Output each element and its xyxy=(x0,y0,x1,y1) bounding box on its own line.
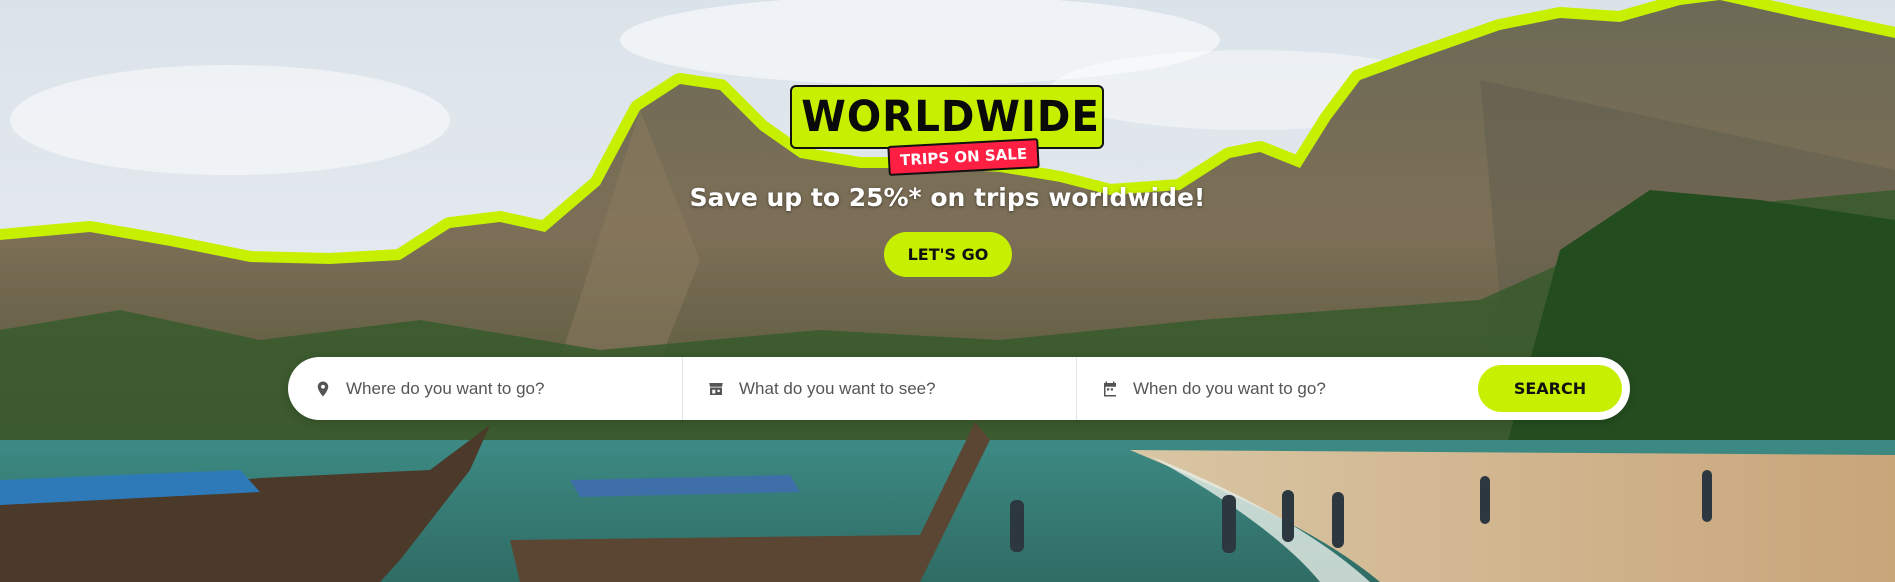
hero-banner: WORLDWIDE TRIPS ON SALE Save up to 25%* … xyxy=(0,0,1895,582)
activity-input[interactable] xyxy=(737,377,1041,400)
activity-field[interactable] xyxy=(683,357,1077,420)
date-field[interactable] xyxy=(1077,357,1467,420)
trip-search-bar: SEARCH xyxy=(288,357,1630,420)
destination-input[interactable] xyxy=(344,377,648,400)
date-input[interactable] xyxy=(1131,377,1435,400)
lets-go-button[interactable]: LET'S GO xyxy=(884,232,1012,277)
worldwide-badge: WORLDWIDE xyxy=(790,85,1104,149)
hero-headline: Save up to 25%* on trips worldwide! xyxy=(689,183,1206,212)
destination-field[interactable] xyxy=(288,357,683,420)
map-pin-icon xyxy=(317,381,329,396)
storefront-icon xyxy=(709,382,723,395)
calendar-icon xyxy=(1104,381,1116,396)
badge-title: WORLDWIDE xyxy=(801,92,1100,142)
search-button[interactable]: SEARCH xyxy=(1478,365,1622,412)
